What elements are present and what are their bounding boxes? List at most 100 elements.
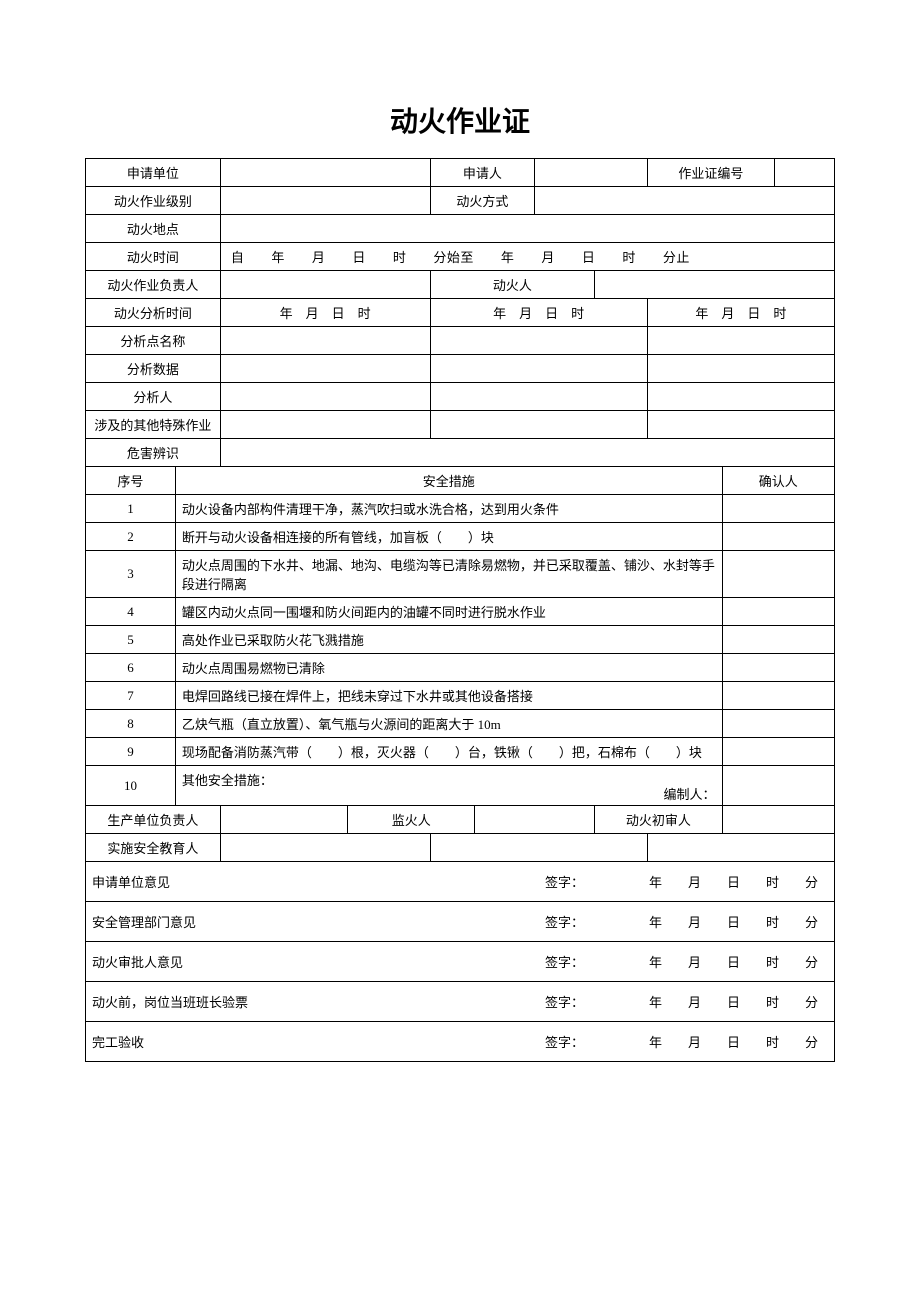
field-analysis-data-3[interactable] (647, 355, 834, 383)
measure-1: 动火设备内部构件清理干净，蒸汽吹扫或水洗合格，达到用火条件 (175, 495, 722, 523)
field-analysis-data-1[interactable] (220, 355, 430, 383)
seq-5: 5 (86, 626, 176, 654)
field-level[interactable] (220, 187, 430, 215)
row-completion[interactable]: 完工验收 签字： 年 月 日 时 分 (86, 1022, 835, 1062)
sig-completion: 签字： 年 月 日 时 分 (545, 1032, 828, 1051)
seq-9: 9 (86, 738, 176, 766)
label-applicant: 申请人 (430, 159, 535, 187)
confirm-2[interactable] (722, 523, 834, 551)
seq-10: 10 (86, 766, 176, 806)
confirm-10[interactable] (722, 766, 834, 806)
label-hazard: 危害辨识 (86, 439, 221, 467)
measure-9: 现场配备消防蒸汽带（ ）根，灭火器（ ）台，铁锹（ ）把，石棉布（ ）块 (175, 738, 722, 766)
measure-10[interactable]: 其他安全措施： 编制人： (175, 766, 722, 806)
label-applicant-opinion: 申请单位意见 (92, 875, 170, 890)
field-analysis-time-3[interactable]: 年 月 日 时 (647, 299, 834, 327)
field-applicant-unit[interactable] (220, 159, 430, 187)
measure-2: 断开与动火设备相连接的所有管线，加盲板（ ）块 (175, 523, 722, 551)
page-title: 动火作业证 (85, 100, 835, 140)
field-analyst-3[interactable] (647, 383, 834, 411)
field-applicant[interactable] (535, 159, 647, 187)
measure-4: 罐区内动火点同一围堰和防火间距内的油罐不同时进行脱水作业 (175, 598, 722, 626)
measure-8: 乙炔气瓶（直立放置）、氧气瓶与火源间的距离大于 10m (175, 710, 722, 738)
permit-form: 申请单位 申请人 作业证编号 动火作业级别 动火方式 动火地点 动火时间 自 年… (85, 158, 835, 1062)
confirm-6[interactable] (722, 654, 834, 682)
field-person-in-charge[interactable] (220, 271, 430, 299)
seq-1: 1 (86, 495, 176, 523)
field-analysis-point-2[interactable] (430, 327, 647, 355)
seq-6: 6 (86, 654, 176, 682)
label-preparer: 编制人： (664, 784, 716, 803)
sig-safety-dept-opinion: 签字： 年 月 日 时 分 (545, 912, 828, 931)
label-other-special: 涉及的其他特殊作业 (86, 411, 221, 439)
label-completion: 完工验收 (92, 1035, 144, 1050)
confirm-9[interactable] (722, 738, 834, 766)
field-analysis-point-3[interactable] (647, 327, 834, 355)
label-prod-unit-person: 生产单位负责人 (86, 806, 221, 834)
field-hazard[interactable] (220, 439, 834, 467)
confirm-7[interactable] (722, 682, 834, 710)
header-measure: 安全措施 (175, 467, 722, 495)
label-applicant-unit: 申请单位 (86, 159, 221, 187)
label-pre-check: 动火前，岗位当班班长验票 (92, 995, 248, 1010)
row-approver-opinion[interactable]: 动火审批人意见 签字： 年 月 日 时 分 (86, 942, 835, 982)
measure-6: 动火点周围易燃物已清除 (175, 654, 722, 682)
label-person-in-charge: 动火作业负责人 (86, 271, 221, 299)
field-other-special-3[interactable] (647, 411, 834, 439)
field-method[interactable] (535, 187, 835, 215)
field-first-reviewer[interactable] (722, 806, 834, 834)
field-analysis-time-2[interactable]: 年 月 日 时 (430, 299, 647, 327)
field-analyst-1[interactable] (220, 383, 430, 411)
row-applicant-opinion[interactable]: 申请单位意见 签字： 年 月 日 时 分 (86, 862, 835, 902)
field-other-special-2[interactable] (430, 411, 647, 439)
confirm-3[interactable] (722, 551, 834, 598)
seq-8: 8 (86, 710, 176, 738)
label-permit-no: 作业证编号 (647, 159, 774, 187)
measure-10-text: 其他安全措施： (182, 773, 273, 788)
label-safety-dept-opinion: 安全管理部门意见 (92, 915, 196, 930)
label-first-reviewer: 动火初审人 (595, 806, 722, 834)
field-analysis-data-2[interactable] (430, 355, 647, 383)
seq-2: 2 (86, 523, 176, 551)
field-permit-no[interactable] (774, 159, 834, 187)
field-analysis-time-1[interactable]: 年 月 日 时 (220, 299, 430, 327)
measure-7: 电焊回路线已接在焊件上，把线未穿过下水井或其他设备搭接 (175, 682, 722, 710)
label-location: 动火地点 (86, 215, 221, 243)
row-pre-check[interactable]: 动火前，岗位当班班长验票 签字： 年 月 日 时 分 (86, 982, 835, 1022)
label-time: 动火时间 (86, 243, 221, 271)
label-analysis-data: 分析数据 (86, 355, 221, 383)
confirm-5[interactable] (722, 626, 834, 654)
label-method: 动火方式 (430, 187, 535, 215)
header-confirmer: 确认人 (722, 467, 834, 495)
field-supervisor[interactable] (475, 806, 595, 834)
seq-3: 3 (86, 551, 176, 598)
label-approver-opinion: 动火审批人意见 (92, 955, 183, 970)
label-analysis-point: 分析点名称 (86, 327, 221, 355)
label-level: 动火作业级别 (86, 187, 221, 215)
row-safety-dept-opinion[interactable]: 安全管理部门意见 签字： 年 月 日 时 分 (86, 902, 835, 942)
field-prod-unit-person[interactable] (220, 806, 347, 834)
label-safety-educator: 实施安全教育人 (86, 834, 221, 862)
label-supervisor: 监火人 (348, 806, 475, 834)
field-analysis-point-1[interactable] (220, 327, 430, 355)
field-other-special-1[interactable] (220, 411, 430, 439)
header-seq: 序号 (86, 467, 176, 495)
seq-4: 4 (86, 598, 176, 626)
measure-3: 动火点周围的下水井、地漏、地沟、电缆沟等已清除易燃物，并已采取覆盖、铺沙、水封等… (175, 551, 722, 598)
sig-approver-opinion: 签字： 年 月 日 时 分 (545, 952, 828, 971)
field-time[interactable]: 自 年 月 日 时 分始至 年 月 日 时 分止 (220, 243, 834, 271)
field-analyst-2[interactable] (430, 383, 647, 411)
label-analysis-time: 动火分析时间 (86, 299, 221, 327)
label-fire-person: 动火人 (430, 271, 595, 299)
seq-7: 7 (86, 682, 176, 710)
label-analyst: 分析人 (86, 383, 221, 411)
field-safety-educator-1[interactable] (220, 834, 430, 862)
field-safety-educator-2[interactable] (430, 834, 647, 862)
field-location[interactable] (220, 215, 834, 243)
confirm-1[interactable] (722, 495, 834, 523)
field-safety-educator-3[interactable] (647, 834, 834, 862)
measure-5: 高处作业已采取防火花飞溅措施 (175, 626, 722, 654)
confirm-4[interactable] (722, 598, 834, 626)
confirm-8[interactable] (722, 710, 834, 738)
field-fire-person[interactable] (595, 271, 835, 299)
